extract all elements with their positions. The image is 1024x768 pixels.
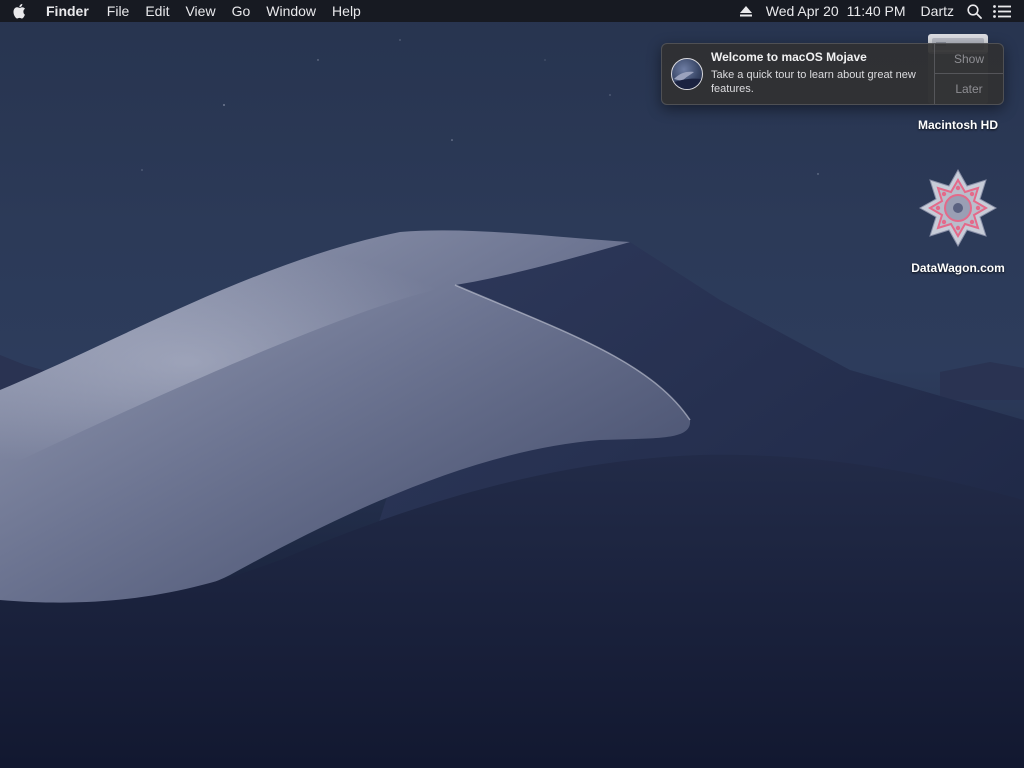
desktop-icon-label: Macintosh HD [917, 118, 998, 132]
menu-edit[interactable]: Edit [137, 0, 177, 22]
user-menu[interactable]: Dartz [910, 0, 965, 22]
notification-title: Welcome to macOS Mojave [711, 50, 867, 64]
notification-body: Take a quick tour to learn about great n… [711, 69, 916, 95]
eject-icon[interactable] [728, 0, 766, 22]
desktop[interactable]: Finder File Edit View Go Window Help Wed… [0, 0, 1024, 768]
menu-app-finder[interactable]: Finder [38, 0, 99, 22]
spotlight-search-icon[interactable] [965, 0, 993, 22]
time-text: 11:40 PM [846, 3, 906, 19]
notification-actions: Show Later [934, 44, 1003, 104]
notification-later-button[interactable]: Later [935, 74, 1003, 104]
apple-logo-icon[interactable] [0, 0, 38, 22]
notification-show-button[interactable]: Show [935, 44, 1003, 74]
desktop-wallpaper [0, 39, 1024, 768]
notification-center-icon[interactable] [993, 0, 1024, 22]
macos-mojave-icon [671, 58, 703, 90]
menu-help[interactable]: Help [324, 0, 369, 22]
clock-date[interactable]: Wed Apr 20 11:40 PM [766, 0, 910, 22]
menu-file[interactable]: File [99, 0, 138, 22]
notification-banner[interactable]: Welcome to macOS Mojave Take a quick tou… [661, 43, 1004, 105]
date-text: Wed Apr 20 [765, 3, 839, 19]
desktop-icon-label: DataWagon.com [911, 261, 1005, 275]
menu-view[interactable]: View [177, 0, 223, 22]
menu-go[interactable]: Go [224, 0, 259, 22]
menu-window[interactable]: Window [258, 0, 324, 22]
desktop-icon-datawagon[interactable]: DataWagon.com [900, 168, 1016, 275]
datawagon-logo-icon [900, 168, 1016, 254]
menu-bar: Finder File Edit View Go Window Help Wed… [0, 0, 1024, 22]
